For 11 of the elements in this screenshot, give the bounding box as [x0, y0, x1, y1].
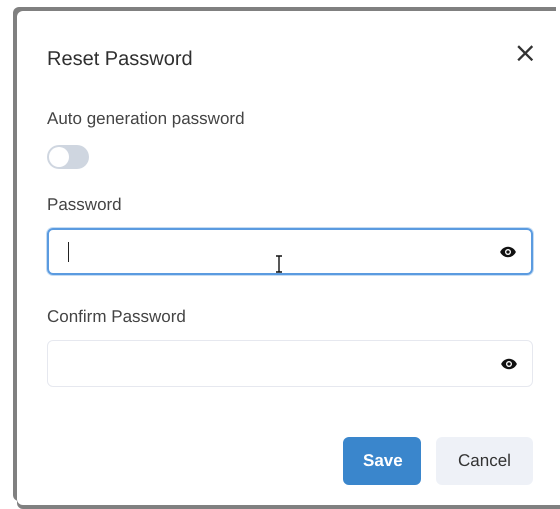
field-label: Password	[47, 195, 123, 215]
field-label: Confirm Password	[47, 307, 187, 327]
password-field[interactable]	[47, 228, 533, 275]
text-cursor-icon	[275, 255, 283, 273]
toggle-switch[interactable]	[47, 145, 89, 169]
dialog-title: Reset Password	[47, 48, 193, 71]
close-button[interactable]: ×	[512, 41, 539, 65]
cancel-button[interactable]: Cancel	[436, 437, 533, 485]
text-caret	[68, 242, 69, 262]
save-button[interactable]: Save	[343, 437, 421, 485]
toggle-label: Auto generation password	[47, 109, 246, 129]
